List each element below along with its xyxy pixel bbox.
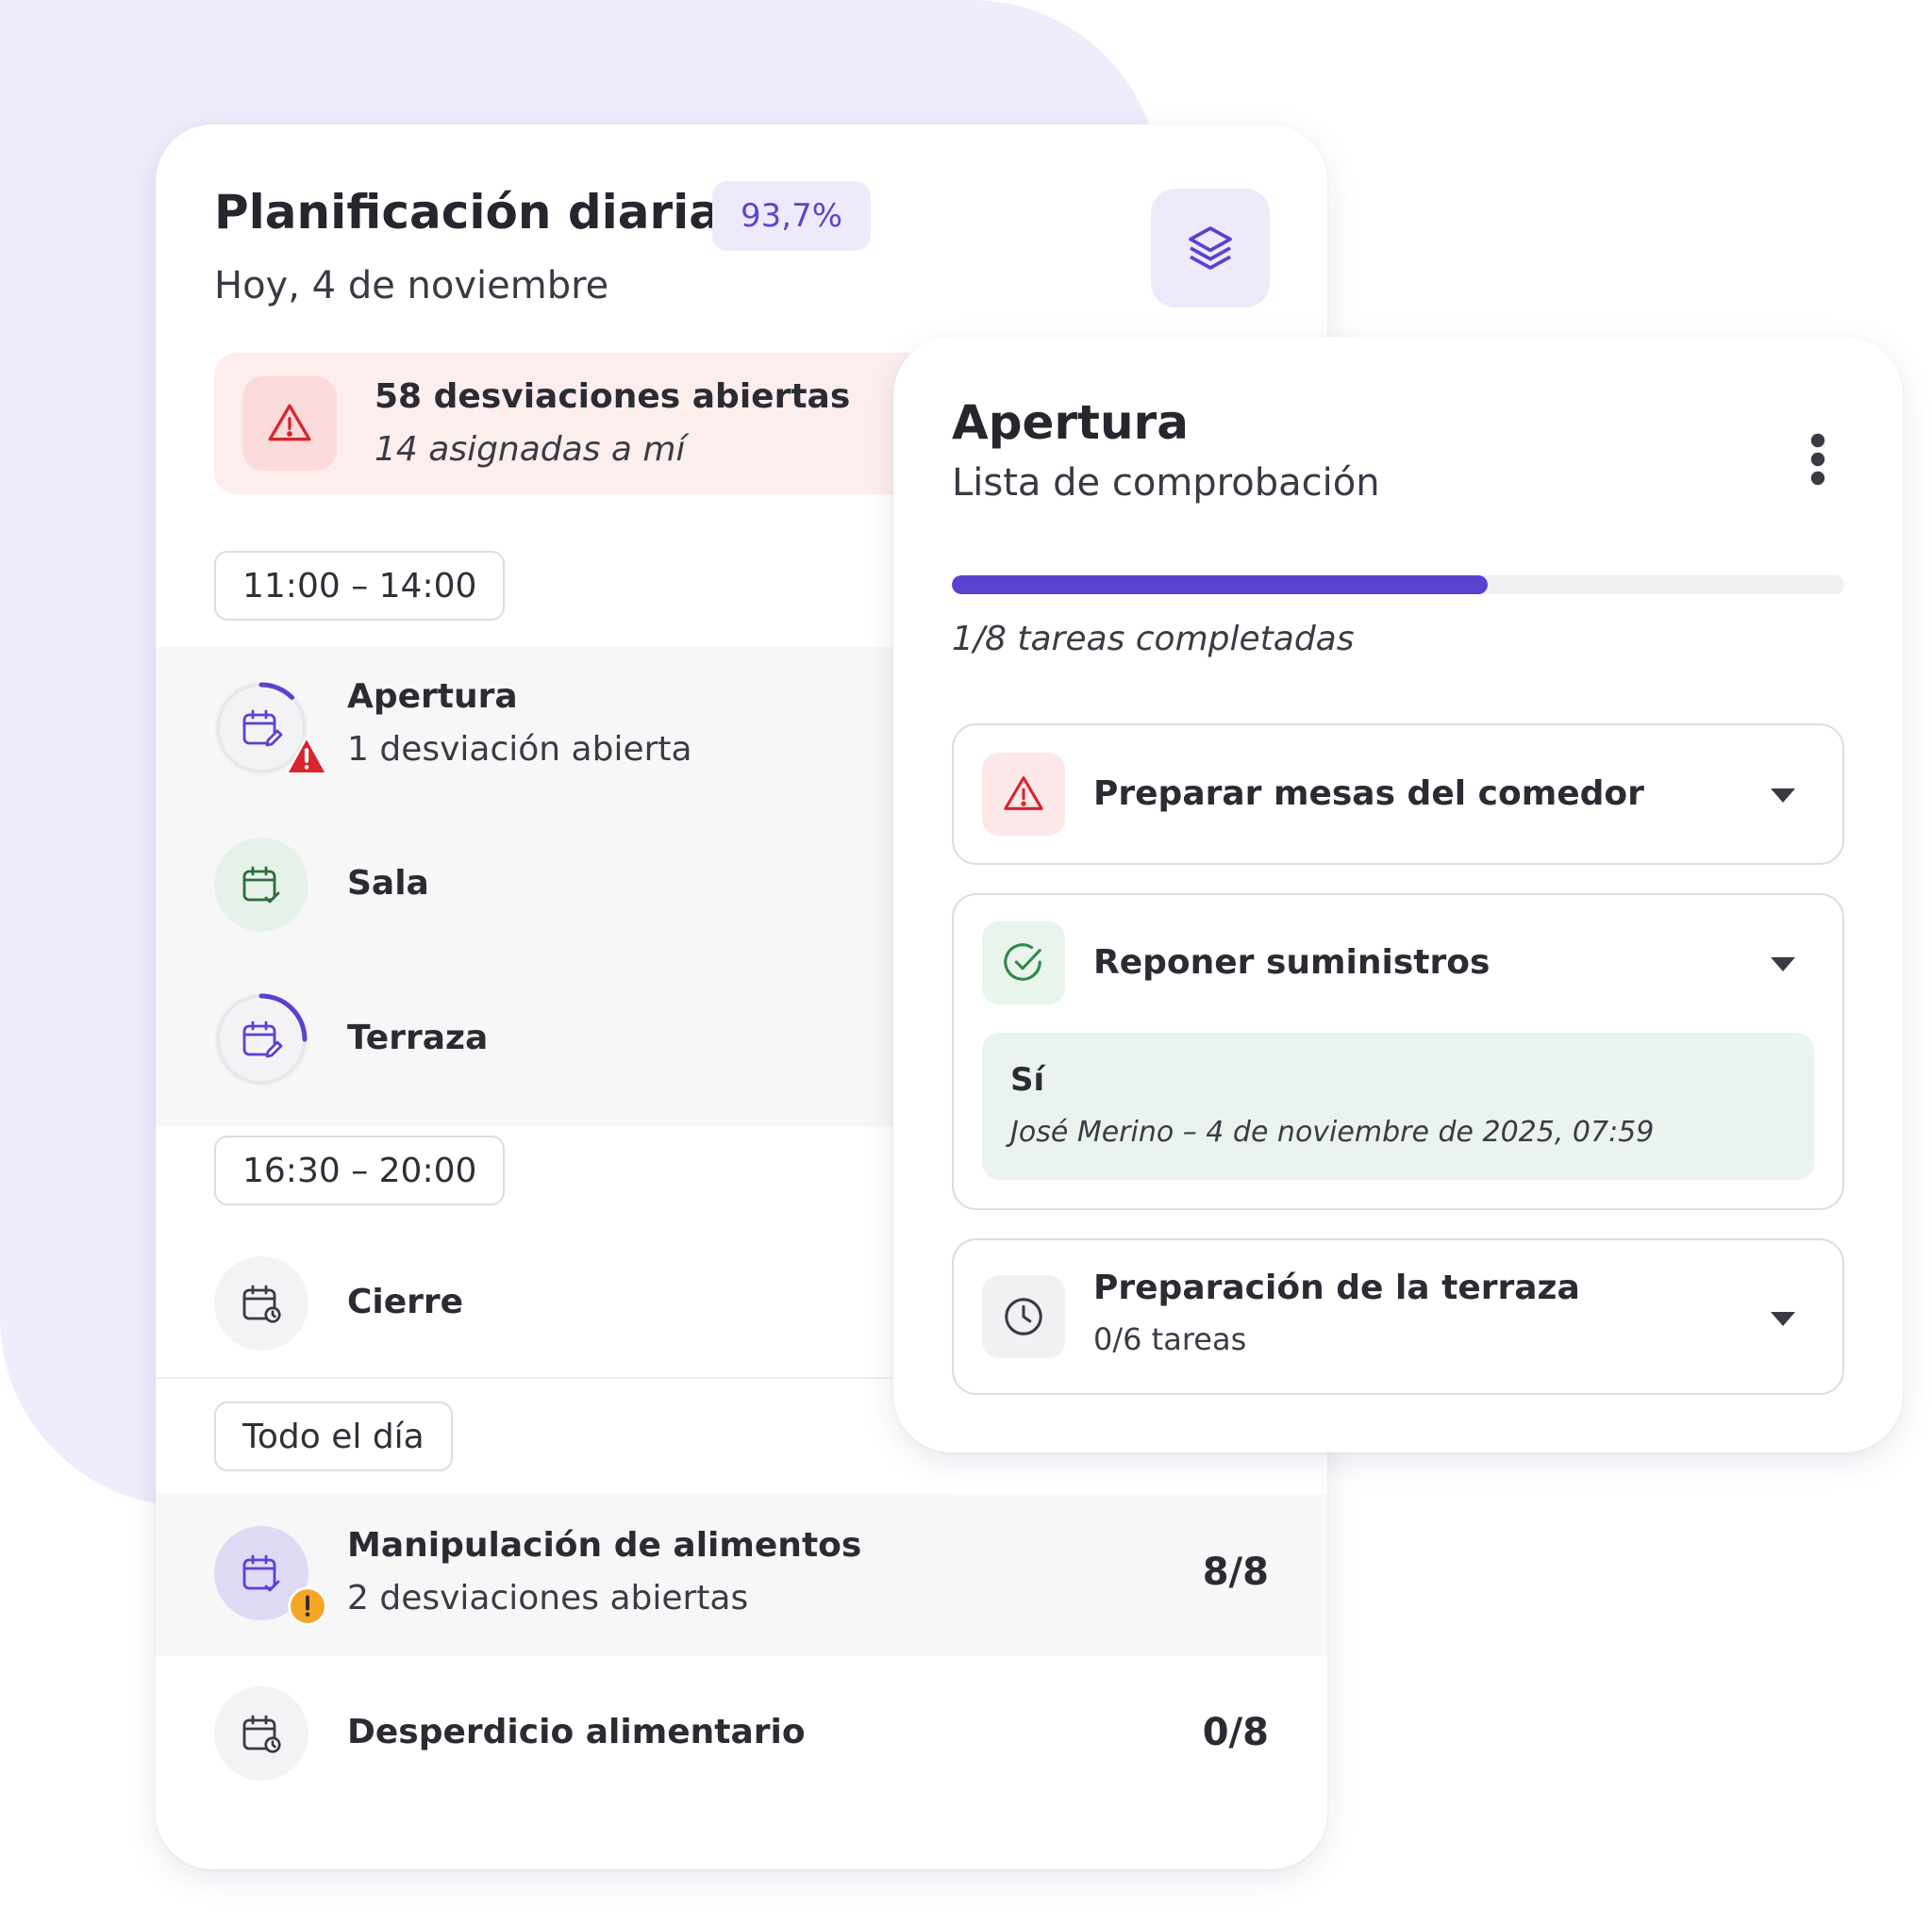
answer-value: Sí	[1010, 1061, 1045, 1099]
task-subtitle: 0/6 tareas	[1093, 1321, 1247, 1357]
task-status-circle	[214, 1686, 308, 1781]
alert-title: 58 desviaciones abiertas	[375, 377, 851, 416]
task-label: Reponer suministros	[1093, 943, 1491, 982]
alert-icon-box	[242, 376, 337, 471]
task-label: Preparar mesas del comedor	[1093, 774, 1644, 813]
calendar-clock-icon	[242, 1285, 281, 1323]
checklist-detail-card: Apertura Lista de comprobación 1/8 tarea…	[893, 337, 1903, 1452]
checklist-task[interactable]: Reponer suministros Sí José Merino – 4 d…	[952, 893, 1844, 1210]
page-title: Planificación diaria	[214, 185, 722, 240]
date-subtitle: Hoy, 4 de noviembre	[214, 264, 609, 307]
task-status-circle	[214, 1256, 308, 1351]
time-slot-chip: 16:30 – 20:00	[214, 1136, 506, 1205]
progress-text: 1/8 tareas completadas	[952, 620, 1355, 658]
task-row-label[interactable]: Terraza	[347, 1019, 488, 1057]
task-row-label[interactable]: Sala	[347, 864, 429, 903]
task-row-subtitle: 2 desviaciones abiertas	[347, 1579, 749, 1618]
layers-icon	[1189, 226, 1232, 270]
check-circle-icon	[1004, 943, 1041, 981]
chevron-down-icon[interactable]	[1771, 957, 1795, 971]
checklist-task[interactable]: Preparación de la terraza 0/6 tareas	[952, 1238, 1844, 1395]
task-count: 8/8	[1202, 1551, 1269, 1594]
task-row-label[interactable]: Desperdicio alimentario	[347, 1713, 806, 1751]
alert-subtitle: 14 asignadas a mí	[375, 430, 686, 469]
progress-ring-icon	[216, 993, 308, 1085]
calendar-check-icon	[242, 866, 280, 904]
task-row-label[interactable]: Cierre	[347, 1283, 463, 1321]
time-slot-chip: Todo el día	[214, 1402, 453, 1471]
progress-fill	[952, 575, 1488, 594]
task-row-subtitle: 1 desviación abierta	[347, 730, 692, 769]
task-row-label[interactable]: Apertura	[347, 677, 518, 716]
red-warning-icon	[285, 736, 328, 775]
checklist-task[interactable]: Preparar mesas del comedor	[952, 723, 1844, 865]
orange-exclamation-icon	[288, 1586, 327, 1626]
warning-triangle-icon	[1004, 776, 1043, 810]
task-icon-box	[982, 753, 1065, 836]
completion-badge: 93,7%	[712, 181, 872, 251]
checklist-title: Apertura	[952, 395, 1189, 450]
task-label: Preparación de la terraza	[1093, 1269, 1580, 1307]
task-count: 0/8	[1202, 1711, 1269, 1754]
more-options-icon[interactable]	[1804, 431, 1832, 488]
time-slot-chip: 11:00 – 14:00	[214, 551, 506, 621]
calendar-check-icon	[242, 1554, 280, 1592]
task-icon-box	[982, 921, 1065, 1004]
task-status-circle	[214, 838, 308, 932]
highlighted-row-background	[156, 1494, 1327, 1656]
layers-button[interactable]	[1151, 189, 1270, 307]
chevron-down-icon[interactable]	[1771, 1312, 1795, 1326]
task-icon-box	[982, 1275, 1065, 1358]
task-status-ring	[214, 992, 308, 1087]
clock-icon	[1005, 1298, 1042, 1336]
task-answer: Sí José Merino – 4 de noviembre de 2025,…	[982, 1033, 1814, 1180]
calendar-clock-icon	[242, 1715, 281, 1753]
answer-meta: José Merino – 4 de noviembre de 2025, 07…	[1010, 1116, 1655, 1149]
warning-triangle-icon	[268, 404, 311, 441]
task-row-label[interactable]: Manipulación de alimentos	[347, 1526, 861, 1565]
checklist-subtitle: Lista de comprobación	[952, 461, 1380, 505]
checklist-progress-bar	[952, 575, 1844, 594]
chevron-down-icon[interactable]	[1771, 788, 1795, 803]
